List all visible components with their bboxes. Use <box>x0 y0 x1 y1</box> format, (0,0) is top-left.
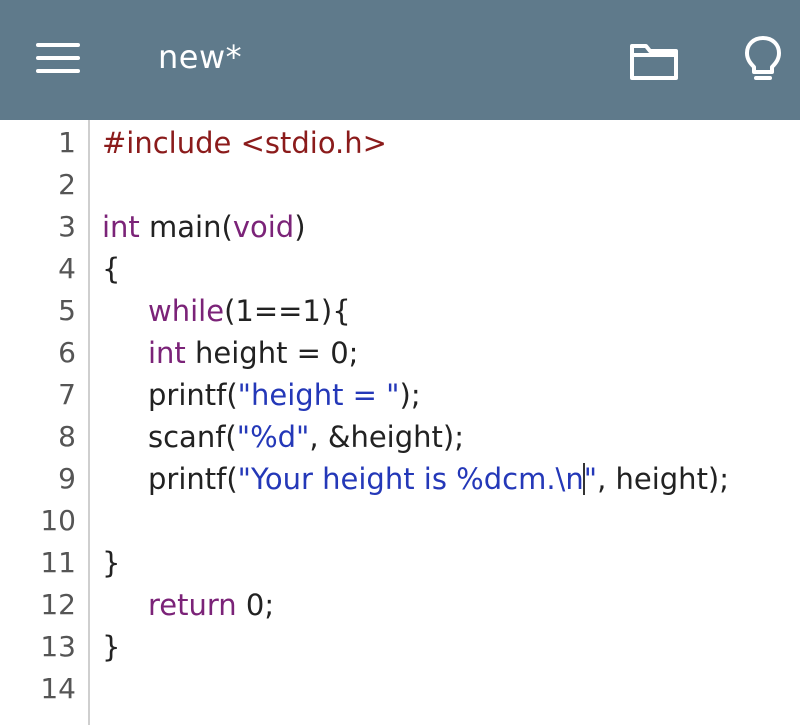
code-text: printf( <box>148 378 238 412</box>
code-text: (1==1){ <box>224 294 351 328</box>
line-number: 7 <box>58 378 76 411</box>
code-text: height = 0; <box>185 336 359 370</box>
code-line[interactable]: int height = 0; <box>102 332 358 374</box>
control-keyword: while <box>148 294 225 328</box>
line-number: 8 <box>58 420 76 453</box>
code-line[interactable]: int main(void) <box>102 206 306 248</box>
menu-bar <box>36 43 80 47</box>
line-number: 1 <box>58 126 76 159</box>
folder-icon[interactable] <box>628 38 680 82</box>
code-line[interactable]: { <box>102 248 120 290</box>
hamburger-menu-icon[interactable] <box>36 40 80 76</box>
code-text: , height); <box>597 462 730 496</box>
string-literal: " <box>583 462 598 496</box>
code-text: scanf( <box>148 420 237 454</box>
line-number: 12 <box>40 588 76 621</box>
line-number: 6 <box>58 336 76 369</box>
line-number: 2 <box>58 168 76 201</box>
string-literal: "%d" <box>236 420 310 454</box>
string-literal: "height = " <box>237 378 400 412</box>
code-editor[interactable]: 1 2 3 4 5 6 7 8 9 10 11 12 13 14 #includ… <box>0 120 800 725</box>
line-number: 5 <box>58 294 76 327</box>
code-line[interactable]: printf("Your height is %dcm.\n", height)… <box>102 458 729 500</box>
line-number: 3 <box>58 210 76 243</box>
menu-bar <box>36 69 80 73</box>
code-text: printf( <box>148 462 238 496</box>
type-keyword: void <box>232 210 295 244</box>
code-text: ) <box>294 210 306 244</box>
line-number: 13 <box>40 630 76 663</box>
line-number-gutter: 1 2 3 4 5 6 7 8 9 10 11 12 13 14 <box>0 120 88 725</box>
code-line[interactable]: } <box>102 626 120 668</box>
type-keyword: int <box>148 336 186 370</box>
code-line[interactable]: return 0; <box>102 584 274 626</box>
gutter-divider <box>88 120 90 725</box>
preprocessor-directive: #include <stdio.h> <box>102 126 387 160</box>
folder-icon-graphic <box>630 44 678 80</box>
document-title: new* <box>158 38 243 76</box>
code-text: main( <box>139 210 233 244</box>
code-text: ); <box>399 378 421 412</box>
line-number: 14 <box>40 672 76 705</box>
app-bar: new* <box>0 0 800 120</box>
code-area[interactable]: #include <stdio.h> int main(void) { whil… <box>102 120 792 725</box>
line-number: 9 <box>58 462 76 495</box>
code-line[interactable]: while(1==1){ <box>102 290 351 332</box>
line-number: 11 <box>40 546 76 579</box>
code-line[interactable]: } <box>102 542 120 584</box>
code-text: { <box>102 252 121 286</box>
code-text: } <box>102 630 121 664</box>
line-number: 4 <box>58 252 76 285</box>
line-number: 10 <box>40 504 76 537</box>
code-line[interactable]: printf("height = "); <box>102 374 421 416</box>
control-keyword: return <box>148 588 237 622</box>
string-literal: "Your height is %dcm.\n <box>237 462 584 496</box>
code-line[interactable]: #include <stdio.h> <box>102 122 387 164</box>
type-keyword: int <box>102 210 140 244</box>
code-line[interactable]: scanf("%d", &height); <box>102 416 464 458</box>
code-text: , &height); <box>309 420 464 454</box>
code-text: } <box>102 546 121 580</box>
menu-bar <box>36 56 80 60</box>
lightbulb-icon-graphic <box>745 36 781 80</box>
lightbulb-icon[interactable] <box>742 34 784 84</box>
code-text: 0; <box>236 588 275 622</box>
